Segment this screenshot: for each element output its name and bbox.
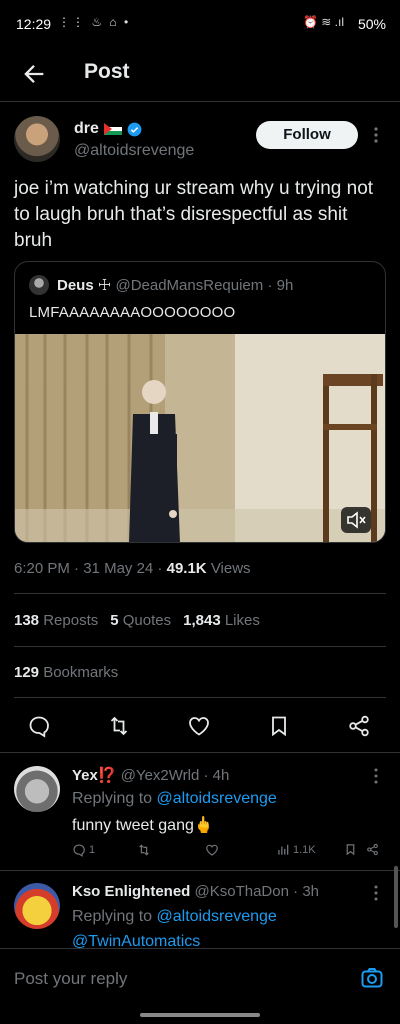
reposts-count: 138	[14, 612, 40, 629]
reply-text: funny tweet gang🖕	[72, 817, 214, 834]
reply-author-name[interactable]: Kso Enlightened	[72, 883, 190, 900]
tweet-text: joe i’m watching ur stream why u trying …	[14, 178, 374, 251]
replying-to-link[interactable]: @altoidsrevenge	[157, 908, 277, 925]
divider	[14, 593, 386, 594]
quotes-stat[interactable]: 5 Quotes	[110, 612, 171, 629]
bookmark-icon[interactable]	[267, 714, 291, 738]
replying-to-line: Replying to @altoidsrevenge	[72, 790, 277, 808]
analytics-bars-icon	[278, 844, 289, 855]
camera-icon[interactable]	[360, 966, 384, 990]
author-name-row[interactable]: dre	[74, 120, 142, 138]
reply-avatar[interactable]	[14, 883, 60, 929]
share-icon	[367, 843, 378, 856]
likes-label: Likes	[224, 612, 260, 629]
quotes-label: Quotes	[122, 612, 172, 629]
battery-level: 50%	[357, 16, 386, 32]
reply-views-action[interactable]: 1.1K	[276, 843, 316, 857]
likes-stat[interactable]: 1,843 Likes	[183, 612, 260, 629]
reply-author-handle[interactable]: @KsoThaDon	[195, 883, 289, 900]
bookmark-icon	[346, 844, 355, 856]
quote-text: LMFAAAAAAAAOOOOOOOO	[29, 304, 236, 321]
quote-separator: ·	[267, 277, 273, 294]
replying-to-line: Replying to @altoidsrevenge	[72, 908, 277, 926]
divider	[14, 697, 386, 698]
status-notification-icons: ⋮⋮ ♨ ⌂ •	[58, 15, 131, 29]
verified-badge-icon	[127, 122, 142, 136]
reply-author-handle[interactable]: @Yex2Wrld	[121, 767, 200, 784]
reply-author-name[interactable]: Yex⁉️	[72, 767, 117, 784]
status-system-icons: ⏰ ≋ .ıl	[303, 15, 344, 29]
quotes-count: 5	[110, 612, 119, 629]
reply-repost-action[interactable]	[137, 843, 151, 857]
quote-author-handle: @DeadMansRequiem	[115, 277, 264, 294]
reposts-label: Reposts	[43, 612, 99, 629]
scrollbar-thumb[interactable]	[394, 866, 398, 928]
likes-count: 1,843	[183, 612, 221, 629]
like-heart-icon[interactable]	[187, 714, 211, 738]
share-icon[interactable]	[347, 714, 371, 738]
divider	[0, 870, 400, 871]
more-options-icon[interactable]	[370, 884, 382, 902]
top-bar: Post	[0, 48, 400, 102]
quote-avatar	[29, 275, 49, 295]
replying-to-prefix: Replying to	[72, 790, 153, 807]
views-label: Views	[210, 560, 251, 577]
replying-to-link[interactable]: @altoidsrevenge	[157, 790, 277, 807]
reply-icon[interactable]	[27, 714, 51, 738]
reply-header: Kso Enlightened @KsoThaDon · 3h	[72, 883, 319, 900]
repost-icon	[139, 844, 149, 856]
divider	[0, 752, 400, 753]
reply-header: Yex⁉️ @Yex2Wrld · 4h	[72, 766, 229, 784]
reply-separator: ·	[203, 767, 209, 784]
engagement-stats: 138 Reposts 5 Quotes 1,843 Likes	[14, 612, 260, 629]
quote-header: Deus ☩ @DeadMansRequiem · 9h	[57, 276, 293, 294]
author-avatar[interactable]	[14, 116, 60, 162]
reply-time: 3h	[302, 883, 319, 900]
mute-toggle-icon[interactable]	[341, 507, 371, 533]
page-title: Post	[84, 60, 130, 83]
status-bar: 12:29 ⋮⋮ ♨ ⌂ • ⏰ ≋ .ıl 50%	[0, 0, 400, 48]
like-heart-icon	[206, 844, 218, 856]
reply-separator: ·	[293, 883, 299, 900]
reply-share-action[interactable]	[366, 843, 379, 856]
reply-views-count: 1.1K	[293, 844, 316, 856]
video-frame-image	[15, 334, 385, 542]
gesture-home-bar[interactable]	[140, 1013, 260, 1017]
bookmarks-label: Bookmarks	[43, 664, 119, 681]
quote-time: 9h	[276, 277, 294, 294]
reply-comment-count: 1	[89, 844, 96, 856]
author-handle[interactable]: @altoidsrevenge	[74, 142, 194, 160]
more-options-icon[interactable]	[370, 126, 382, 144]
replying-to-prefix: Replying to	[72, 908, 153, 925]
palestine-flag-icon	[103, 123, 122, 135]
status-time: 12:29	[16, 16, 52, 32]
reply-composer[interactable]: Post your reply	[0, 948, 400, 1010]
reply-comment-action[interactable]: 1	[72, 843, 95, 857]
bookmarks-stat[interactable]: 129 Bookmarks	[14, 664, 118, 681]
reply-bookmark-action[interactable]	[344, 843, 357, 856]
views-count: 49.1K	[166, 560, 207, 577]
reply-icon	[73, 844, 85, 857]
quote-author-name: Deus ☩	[57, 277, 112, 294]
follow-button[interactable]: Follow	[256, 121, 358, 149]
reposts-stat[interactable]: 138 Reposts	[14, 612, 98, 629]
reply-time: 4h	[212, 767, 230, 784]
author-name[interactable]: dre	[74, 120, 99, 138]
divider	[14, 646, 386, 647]
tweet-timestamp: 6:20 PM · 31 May 24 · 49.1K Views	[14, 560, 251, 577]
tweet-time: 6:20 PM	[14, 560, 70, 577]
tweet-action-bar	[0, 700, 400, 752]
repost-icon[interactable]	[107, 714, 131, 738]
bookmarks-count: 129	[14, 664, 40, 681]
back-arrow-icon[interactable]	[20, 60, 48, 88]
tweet-date: 31 May 24	[83, 560, 154, 577]
quoted-tweet[interactable]: Deus ☩ @DeadMansRequiem · 9h LMFAAAAAAAA…	[14, 261, 386, 543]
reply-avatar[interactable]	[14, 766, 60, 812]
reply-input-placeholder[interactable]: Post your reply	[14, 969, 127, 989]
reply-like-action[interactable]	[205, 843, 219, 857]
video-thumbnail[interactable]	[15, 334, 385, 542]
more-options-icon[interactable]	[370, 767, 382, 785]
